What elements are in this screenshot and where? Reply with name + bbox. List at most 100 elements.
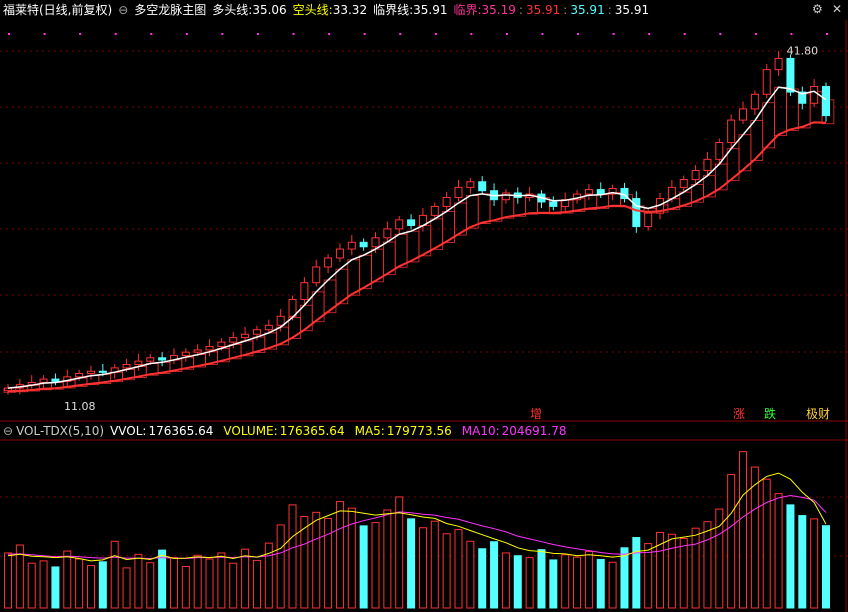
volume-bar (75, 558, 84, 609)
ma5-line (7, 472, 827, 562)
bear-band (3, 86, 835, 393)
marker-dot (541, 33, 544, 35)
band-cell (477, 193, 491, 224)
volume-bar (122, 567, 131, 609)
volume-bar (169, 557, 178, 609)
candle-body (276, 315, 285, 326)
ma10-label: MA10: (461, 424, 500, 438)
volume-bar (288, 504, 297, 609)
volume-bar (608, 561, 617, 609)
gear-icon[interactable]: ⚙ (812, 2, 823, 16)
candle-body (750, 93, 759, 110)
volume-header: ⊖ VOL-TDX(5,10) VVOL: 176365.64 VOLUME: 17636… (0, 421, 573, 441)
band-cell (750, 120, 764, 161)
volume-bar (134, 553, 143, 609)
volume-bar (644, 543, 653, 609)
volume-bar (407, 518, 416, 609)
candle-body (205, 346, 214, 351)
candle-body (383, 228, 392, 239)
marker-dot (79, 33, 82, 35)
candle-body (501, 192, 510, 201)
candle-body (217, 341, 226, 348)
volume-bar (229, 562, 238, 609)
volume-bar (98, 561, 107, 609)
candle-body (324, 257, 333, 268)
marker-dot (363, 33, 366, 35)
volume-bar (217, 552, 226, 609)
candle-body (822, 85, 830, 117)
volume-bar (359, 525, 368, 609)
volume-bar (490, 541, 499, 609)
candle-body (229, 337, 238, 343)
candle-body (644, 212, 653, 228)
band-cell (513, 195, 527, 217)
band-cell (299, 304, 313, 332)
top-markers (8, 33, 828, 35)
high-price-label: 41.80 (787, 44, 819, 57)
candle-body (679, 179, 688, 188)
candle-body (478, 181, 487, 192)
volume-bar (810, 518, 819, 609)
band-cell (714, 163, 728, 191)
volume-bar (193, 554, 202, 609)
candle-body (715, 142, 724, 160)
close-icon[interactable]: ✕ (832, 2, 842, 16)
candle-body (51, 378, 60, 382)
candle-body (335, 248, 344, 259)
vvol-label: VVOL: (110, 424, 147, 438)
volume-bar (727, 474, 736, 609)
candle-body (774, 57, 783, 71)
candle-body (122, 364, 131, 369)
candle-body (407, 219, 416, 226)
candle-body (395, 219, 404, 230)
candle-body (584, 189, 593, 195)
signal-tag: 增 (530, 407, 542, 421)
volume-bar (822, 525, 830, 609)
volume-bar (798, 515, 807, 609)
volume-bar (418, 527, 427, 609)
marker-dot (505, 33, 508, 35)
marker-dot (470, 33, 473, 35)
volume-bar (181, 565, 190, 609)
candle-body (739, 108, 748, 121)
volume-bar (276, 524, 285, 609)
band-cell (525, 194, 538, 215)
candles (4, 51, 830, 395)
volume-bar (51, 566, 60, 609)
candle-body (86, 370, 95, 374)
volume-bar (501, 552, 510, 609)
candle-body (454, 186, 463, 198)
volume-label: VOLUME: (223, 424, 278, 438)
low-price-label: 11.08 (64, 400, 96, 413)
candle-body (300, 282, 309, 300)
volume-bar (205, 558, 214, 609)
volume-bar (39, 560, 48, 609)
volume-bar (371, 522, 380, 609)
volume-bar (525, 557, 534, 609)
candle-body (442, 196, 451, 207)
marker-dot (292, 33, 295, 35)
candle-body (549, 201, 558, 207)
candle-body (193, 349, 202, 353)
candle-body (288, 298, 297, 317)
band-cell (394, 233, 408, 268)
candle-body (762, 69, 771, 95)
marker-dot (114, 33, 117, 35)
marker-dot (150, 33, 153, 35)
marker-dot (719, 33, 722, 35)
volume-bar (774, 493, 783, 609)
circle-minus-icon[interactable]: ⊖ (3, 424, 13, 438)
candle-body (703, 158, 712, 172)
circle-minus-icon[interactable]: ⊖ (118, 3, 128, 17)
volume-bar (703, 521, 712, 609)
vvol-value: 176365.64 (148, 424, 214, 438)
candle-body (596, 189, 605, 195)
candle-body (347, 241, 356, 250)
volume-bar (158, 549, 167, 609)
marker-dot (826, 33, 828, 35)
critical-value-4: 35.91 (614, 3, 650, 17)
band-cell (465, 195, 479, 229)
chart-canvas: 41.80 11.08 增 涨 跌 极财 (0, 20, 848, 612)
critical-line-label: 临界线: (373, 3, 414, 17)
volume-bar (383, 509, 392, 609)
